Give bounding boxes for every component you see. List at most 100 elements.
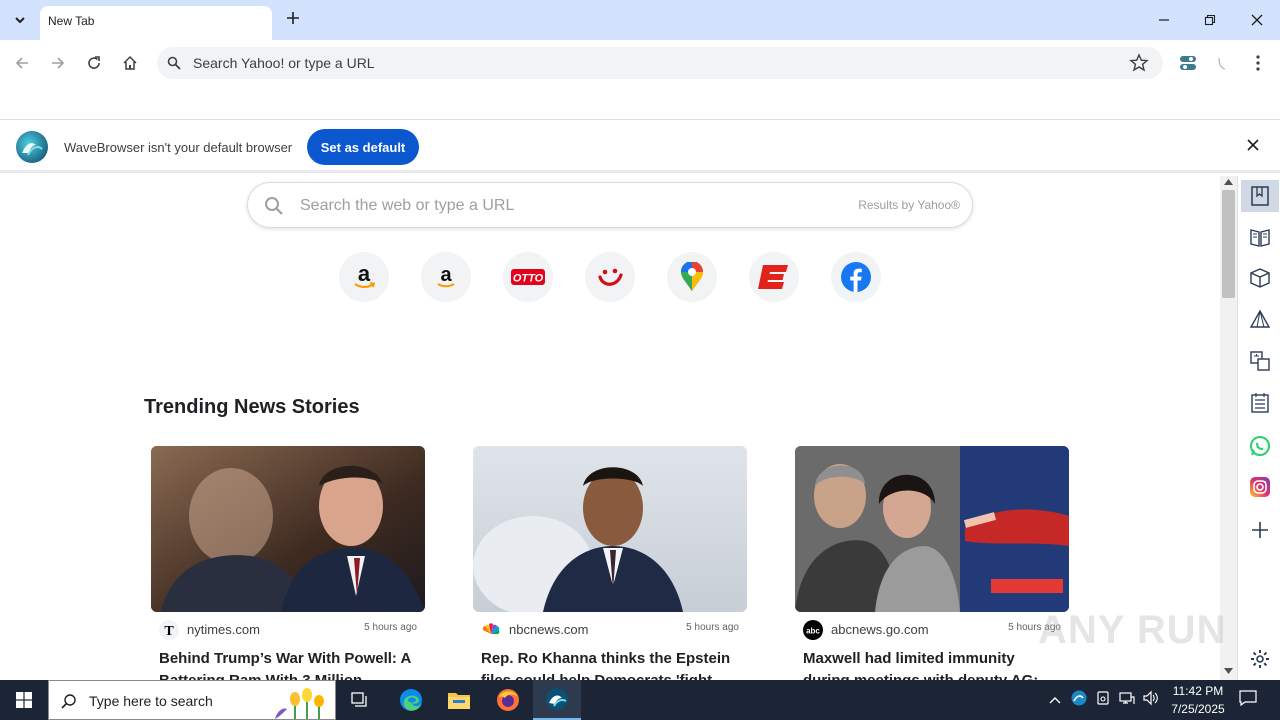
tulips-icon — [275, 688, 324, 719]
new-tab-button[interactable] — [282, 8, 304, 30]
edge-icon — [400, 689, 422, 711]
scroll-thumb[interactable] — [1222, 190, 1235, 298]
shortcut-amazon[interactable]: a — [339, 252, 389, 302]
sidebar-settings-button[interactable] — [1247, 646, 1273, 672]
news-card-image[interactable] — [795, 446, 1069, 612]
search-icon — [167, 56, 181, 70]
shortcut-amazon-2[interactable]: a — [421, 252, 471, 302]
tray-wavebrowser[interactable] — [1069, 690, 1089, 710]
close-icon — [1247, 139, 1259, 151]
trending-news-title: Trending News Stories — [144, 396, 360, 418]
notification-icon — [1239, 690, 1257, 707]
task-view-icon — [351, 692, 367, 707]
home-button[interactable] — [118, 51, 142, 75]
more-vertical-icon — [1256, 55, 1260, 71]
news-headline[interactable]: Maxwell had limited immunity during meet… — [803, 648, 1065, 680]
sidebar-item-instagram[interactable] — [1247, 474, 1273, 500]
box-icon — [1250, 268, 1270, 288]
toggle-icon — [1180, 56, 1196, 70]
taskbar-wavebrowser[interactable] — [533, 680, 581, 720]
news-card-image[interactable] — [473, 446, 747, 612]
arrow-left-icon — [15, 57, 28, 69]
page-scrollbar[interactable] — [1220, 176, 1237, 680]
sidebar-item-bookmarks[interactable] — [1241, 180, 1279, 212]
default-browser-infobar: WaveBrowser isn't your default browser S… — [0, 121, 1280, 173]
sidebar-item-package[interactable] — [1247, 265, 1273, 291]
news-headline[interactable]: Rep. Ro Khanna thinks the Epstein files … — [481, 648, 743, 680]
taskbar-search-box[interactable]: Type here to search — [48, 680, 336, 720]
svg-text:T: T — [164, 624, 174, 639]
start-button[interactable] — [0, 680, 48, 720]
restore-button[interactable] — [1196, 6, 1224, 34]
taskbar-search-placeholder: Type here to search — [89, 693, 213, 709]
tab-search-button[interactable] — [8, 8, 32, 32]
prism-icon — [1249, 309, 1271, 328]
shortcut-otto[interactable]: OTTO — [503, 252, 553, 302]
svg-text:OTTO: OTTO — [513, 273, 544, 285]
task-view-button[interactable] — [336, 680, 384, 720]
news-time: 5 hours ago — [686, 622, 739, 633]
plus-icon — [1252, 522, 1268, 538]
set-as-default-button[interactable]: Set as default — [307, 129, 419, 165]
chevron-up-icon — [1049, 697, 1061, 704]
scroll-up-icon[interactable] — [1224, 179, 1233, 185]
address-bar[interactable]: Search Yahoo! or type a URL — [157, 47, 1163, 79]
taskbar-firefox[interactable] — [484, 680, 532, 720]
news-source: nbcnews.com — [509, 622, 589, 637]
watermark: ANY RUN — [1038, 608, 1227, 652]
taskbar-edge[interactable] — [387, 680, 435, 720]
tab-new-tab[interactable]: New Tab — [40, 6, 272, 40]
sidebar-item-tools[interactable] — [1247, 307, 1273, 333]
espn-icon — [758, 265, 788, 289]
infobar-close-button[interactable] — [1244, 138, 1262, 156]
sidebar-add-button[interactable] — [1247, 517, 1273, 543]
shortcut-tui[interactable] — [585, 252, 635, 302]
device-icon — [1097, 691, 1109, 705]
nytimes-icon: T — [159, 620, 179, 640]
bookmarks-bar — [0, 86, 1280, 120]
drop-icon — [1218, 57, 1226, 70]
bookmark-star-icon[interactable] — [1129, 53, 1149, 73]
wavebrowser-tray-icon — [1071, 690, 1087, 706]
sidebar-item-whatsapp[interactable] — [1247, 433, 1273, 459]
extensions-button[interactable] — [1176, 51, 1200, 75]
shortcut-google-maps[interactable] — [667, 252, 717, 302]
folder-icon — [448, 693, 470, 709]
back-button[interactable] — [10, 51, 34, 75]
close-window-button[interactable] — [1243, 6, 1271, 34]
home-icon — [123, 55, 137, 70]
tray-network[interactable] — [1117, 690, 1137, 710]
reload-button[interactable] — [82, 51, 106, 75]
amazon-icon: a — [354, 262, 376, 289]
clock-date[interactable]: 7/25/2025 — [1166, 702, 1230, 716]
web-search-box[interactable]: Search the web or type a URL Results by … — [247, 182, 973, 228]
news-headline[interactable]: Behind Trump’s War With Powell: A Batter… — [159, 648, 421, 680]
reload-icon — [88, 56, 100, 69]
svg-text:a: a — [358, 262, 371, 286]
news-card-image[interactable] — [151, 446, 425, 612]
checklist-icon — [1251, 393, 1269, 413]
title-bar: New Tab — [0, 0, 1280, 40]
sidebar-item-reading[interactable] — [1247, 224, 1273, 250]
forward-button[interactable] — [46, 51, 70, 75]
taskbar-file-explorer[interactable] — [435, 680, 483, 720]
minimize-button[interactable] — [1150, 6, 1178, 34]
wave-extension-button[interactable] — [1210, 51, 1234, 75]
abc-icon: abc — [803, 620, 823, 640]
arrow-right-icon — [52, 57, 65, 69]
minimize-icon — [1159, 19, 1169, 21]
menu-button[interactable] — [1246, 51, 1270, 75]
shortcut-espn[interactable] — [749, 252, 799, 302]
results-by-label: Results by Yahoo® — [858, 198, 960, 212]
tray-overflow-button[interactable] — [1045, 690, 1065, 710]
book-icon — [1250, 229, 1270, 247]
scroll-down-icon[interactable] — [1224, 668, 1233, 674]
tray-device[interactable] — [1093, 690, 1113, 710]
sidebar-item-tasks[interactable] — [1247, 390, 1273, 416]
close-icon — [1251, 14, 1263, 26]
sidebar-item-translate[interactable] — [1247, 348, 1273, 374]
tray-volume[interactable] — [1141, 690, 1161, 710]
clock-time[interactable]: 11:42 PM — [1170, 684, 1226, 698]
shortcut-facebook[interactable] — [831, 252, 881, 302]
notifications-button[interactable] — [1238, 690, 1258, 710]
